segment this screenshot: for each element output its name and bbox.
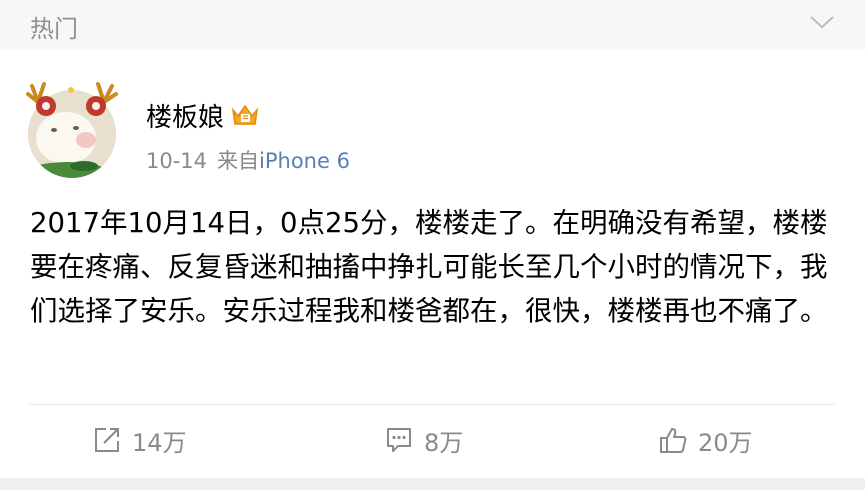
section-header: 热门 — [0, 0, 865, 50]
post-source-prefix: 来自 — [217, 149, 260, 173]
chevron-down-icon[interactable] — [809, 14, 835, 30]
author-row: 楼板娘 — [146, 97, 260, 134]
divider — [30, 404, 835, 405]
like-count: 20万 — [698, 428, 753, 457]
avatar[interactable] — [24, 72, 120, 178]
repost-count: 14万 — [132, 428, 187, 457]
thumbs-up-icon — [660, 428, 687, 453]
section-title: 热门 — [30, 15, 78, 43]
feed-separator — [0, 478, 865, 490]
repost-icon — [95, 428, 119, 452]
cat-with-antlers-avatar — [26, 82, 118, 178]
post-text: 2017年10月14日，0点25分，楼楼走了。在明确没有希望，楼楼要在疼痛、反复… — [30, 207, 828, 327]
vip-crown-icon[interactable] — [230, 100, 260, 130]
comment-icon — [387, 428, 411, 452]
post-meta: 10-14 来自iPhone 6 — [146, 145, 350, 175]
post-date: 10-14 — [146, 149, 208, 173]
comment-button[interactable]: 8万 — [384, 420, 463, 460]
post-source-device[interactable]: iPhone 6 — [259, 149, 350, 173]
like-button[interactable]: 20万 — [658, 420, 753, 460]
comment-count: 8万 — [424, 428, 464, 457]
author-name[interactable]: 楼板娘 — [146, 97, 224, 134]
repost-button[interactable]: 14万 — [92, 420, 187, 460]
